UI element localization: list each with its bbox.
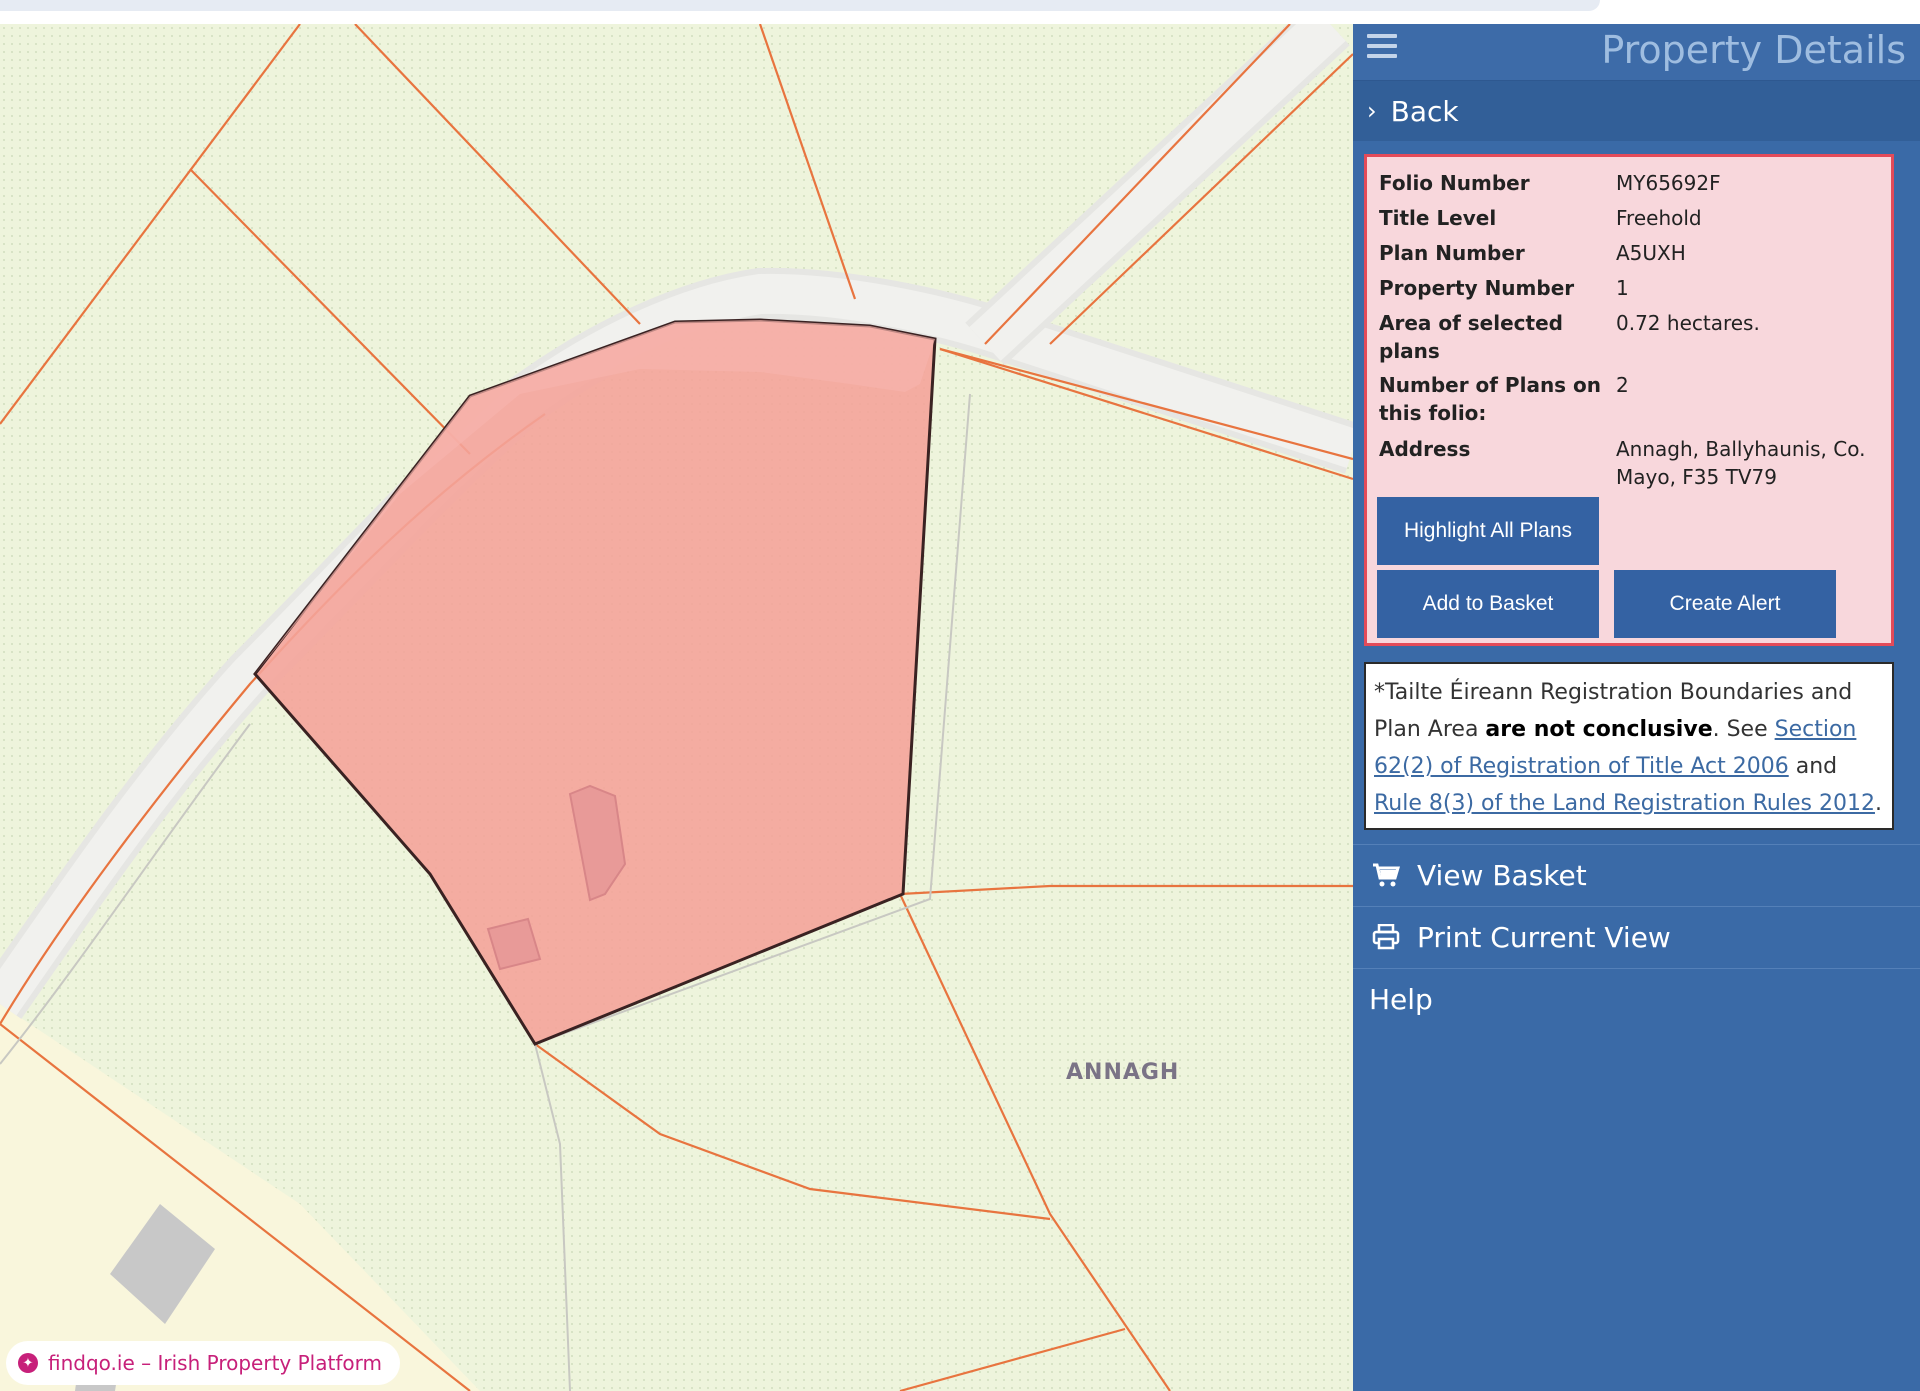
property-details-panel: Folio Number MY65692F Title Level Freeho… xyxy=(1364,154,1894,646)
add-to-basket-button[interactable]: Add to Basket xyxy=(1377,570,1599,638)
notice-bold: are not conclusive xyxy=(1485,717,1713,742)
watermark-text: findqo.ie – Irish Property Platform xyxy=(48,1351,382,1375)
detail-label: Address xyxy=(1379,437,1471,461)
rule-8-link[interactable]: Rule 8(3) of the Land Registration Rules… xyxy=(1374,791,1875,816)
highlight-all-plans-button[interactable]: Highlight All Plans xyxy=(1377,497,1599,565)
detail-value: 1 xyxy=(1616,276,1629,300)
detail-label: Plan Number xyxy=(1379,241,1525,265)
detail-value: A5UXH xyxy=(1616,241,1686,265)
place-label-annagh: ANNAGH xyxy=(1066,1060,1180,1085)
cart-icon xyxy=(1369,862,1403,888)
notice-end: . xyxy=(1874,791,1882,816)
sidebar-title: Property Details xyxy=(1601,28,1906,72)
print-current-view-item[interactable]: Print Current View xyxy=(1353,906,1920,967)
property-sidebar: Property Details › Back Folio Number MY6… xyxy=(1353,24,1920,1391)
back-button[interactable]: › Back xyxy=(1353,81,1920,141)
detail-value: MY65692F xyxy=(1616,171,1721,195)
detail-value: 2 xyxy=(1616,373,1629,397)
top-strip xyxy=(0,0,1920,24)
create-alert-button[interactable]: Create Alert xyxy=(1614,570,1836,638)
top-progress-track xyxy=(0,0,1600,11)
map-view[interactable]: ANNAGH ✦ findqo.ie – Irish Property Plat… xyxy=(0,24,1353,1391)
map-canvas[interactable] xyxy=(0,24,1353,1391)
globe-icon: ✦ xyxy=(18,1353,38,1373)
detail-label: Area of selected plans xyxy=(1379,311,1563,363)
menu-label: Help xyxy=(1369,982,1433,1016)
menu-label: Print Current View xyxy=(1417,920,1671,954)
notice-and: and xyxy=(1788,754,1838,779)
detail-label: Title Level xyxy=(1379,206,1497,230)
disclaimer-notice: *Tailte Éireann Registration Boundaries … xyxy=(1364,662,1894,830)
menu-label: View Basket xyxy=(1417,858,1587,892)
watermark-badge: ✦ findqo.ie – Irish Property Platform xyxy=(6,1341,400,1385)
detail-label: Folio Number xyxy=(1379,171,1530,195)
detail-value: Annagh, Ballyhaunis, Co. Mayo, F35 TV79 xyxy=(1616,437,1866,489)
view-basket-item[interactable]: View Basket xyxy=(1353,844,1920,905)
hamburger-menu-icon[interactable] xyxy=(1367,34,1397,62)
detail-value: Freehold xyxy=(1616,206,1702,230)
notice-mid: . See xyxy=(1712,717,1775,742)
sidebar-header: Property Details xyxy=(1353,24,1920,81)
printer-icon xyxy=(1369,924,1403,950)
parcel-yellow xyxy=(0,1004,480,1391)
detail-label: Property Number xyxy=(1379,276,1575,300)
detail-value: 0.72 hectares. xyxy=(1616,311,1760,335)
help-item[interactable]: Help xyxy=(1353,968,1920,1029)
back-label: Back xyxy=(1390,94,1459,128)
detail-label: Number of Plans on this folio: xyxy=(1379,373,1602,425)
chevron-right-icon: › xyxy=(1367,97,1377,125)
